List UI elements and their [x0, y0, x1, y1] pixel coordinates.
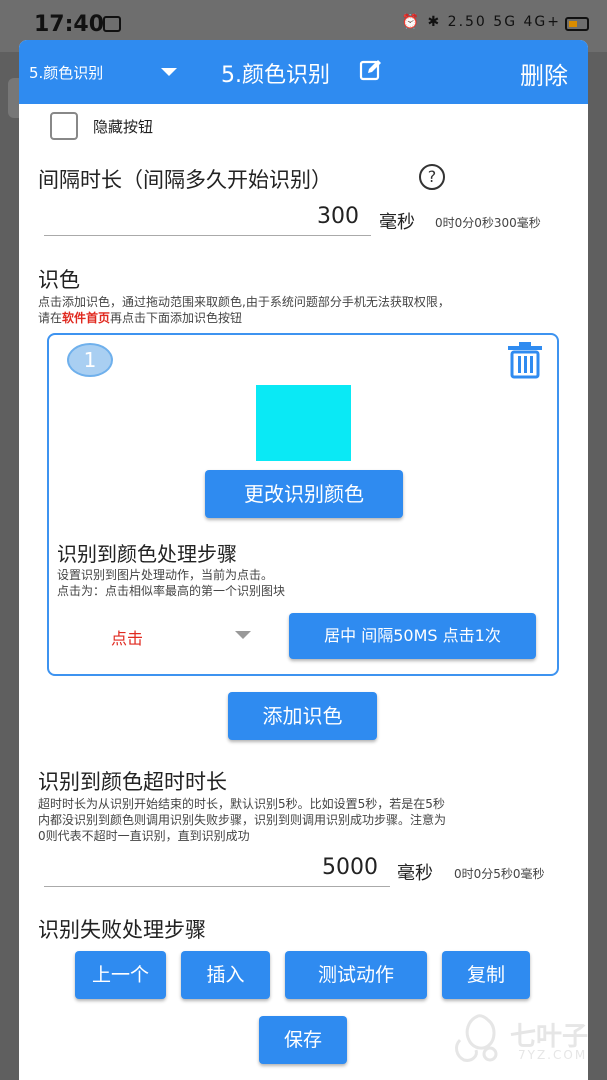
status-icons: ⏰ ✱ 2.50 5G 4G+ [401, 14, 561, 30]
dialog-title: 5.颜色识别 [221, 63, 330, 88]
fail-title: 识别失败处理步骤 [38, 918, 206, 942]
desc-suffix: 再点击下面添加识色按钮 [110, 311, 243, 325]
color-swatch [256, 385, 351, 461]
timeout-readout: 0时0分5秒0毫秒 [454, 867, 545, 881]
sim-icon [103, 16, 121, 32]
battery-icon [565, 17, 589, 31]
delete-button[interactable]: 删除 [520, 56, 568, 91]
timeout-input[interactable]: 5000 [44, 855, 390, 887]
timeout-desc-line2: 内都没识别到颜色则调用识别失败步骤，识别到则调用识别成功步骤。注意为 [38, 813, 447, 827]
item-index-badge: 1 [67, 343, 113, 377]
dialog-header: 5.颜色识别 5.颜色识别 删除 [19, 40, 588, 104]
save-button[interactable]: 保存 [259, 1016, 347, 1064]
timeout-desc: 超时时长为从识别开始结束的时长，默认识别5秒。比如设置5秒，若是在5秒 内都没识… [38, 796, 578, 844]
change-color-button[interactable]: 更改识别颜色 [205, 470, 403, 518]
step-desc-line1: 设置识别到图片处理动作，当前为点击。 [57, 568, 274, 582]
step-selector[interactable]: 5.颜色识别 [29, 62, 103, 83]
status-time: 17:40 [34, 12, 105, 37]
recognize-title: 识色 [38, 268, 80, 292]
prev-button[interactable]: 上一个 [75, 951, 166, 999]
color-item-card: 1 更改识别颜色 识别到颜色处理步骤 设置识别到图片处理动作，当前为点击。 点击… [47, 333, 559, 676]
recognize-desc-line1: 点击添加识色，通过拖动范围来取颜色,由于系统问题部分手机无法获取权限， [38, 295, 450, 309]
help-icon[interactable]: ? [419, 164, 445, 190]
leaf-logo-icon [455, 1014, 498, 1062]
hide-button-checkbox[interactable] [50, 112, 78, 140]
interval-readout: 0时0分0秒300毫秒 [435, 216, 541, 230]
interval-title: 间隔时长（间隔多久开始识别） [38, 168, 332, 192]
step-edit-dialog: 5.颜色识别 5.颜色识别 删除 隐藏按钮 间隔时长（间隔多久开始识别） ? 3… [19, 40, 588, 1080]
recognize-desc-line2: 请在软件首页再点击下面添加识色按钮 [38, 310, 578, 326]
interval-input[interactable]: 300 [44, 204, 371, 236]
step-desc: 设置识别到图片处理动作，当前为点击。 点击为：点击相似率最高的第一个识别图块 [57, 567, 285, 599]
insert-button[interactable]: 插入 [181, 951, 270, 999]
recognize-desc: 点击添加识色，通过拖动范围来取颜色,由于系统问题部分手机无法获取权限， 请在软件… [38, 294, 578, 326]
copy-button[interactable]: 复制 [442, 951, 530, 999]
interval-unit: 毫秒 [379, 212, 415, 233]
hide-button-label: 隐藏按钮 [93, 118, 154, 136]
step-desc-line2: 点击为：点击相似率最高的第一个识别图块 [57, 584, 286, 598]
desc-prefix: 请在 [38, 311, 63, 325]
timeout-unit: 毫秒 [397, 863, 433, 884]
home-link[interactable]: 软件首页 [62, 311, 110, 325]
add-color-button[interactable]: 添加识色 [228, 692, 377, 740]
chevron-down-icon[interactable] [235, 631, 251, 639]
mode-select[interactable]: 点击 [111, 625, 143, 649]
timeout-title: 识别到颜色超时时长 [38, 770, 227, 794]
trash-icon[interactable] [505, 341, 545, 379]
timeout-desc-line1: 超时时长为从识别开始结束的时长，默认识别5秒。比如设置5秒，若是在5秒 [38, 797, 445, 811]
chevron-down-icon[interactable] [161, 68, 177, 76]
edit-icon[interactable] [359, 58, 383, 82]
step-title: 识别到颜色处理步骤 [57, 542, 237, 566]
test-action-button[interactable]: 测试动作 [285, 951, 427, 999]
watermark-sub: 7YZ.COM [518, 1048, 588, 1062]
watermark: 七叶子 7YZ.COM [450, 1010, 600, 1070]
timeout-desc-line3: 0则代表不超时一直识别，直到识别成功 [38, 829, 250, 843]
action-settings-button[interactable]: 居中 间隔50MS 点击1次 [289, 613, 536, 659]
